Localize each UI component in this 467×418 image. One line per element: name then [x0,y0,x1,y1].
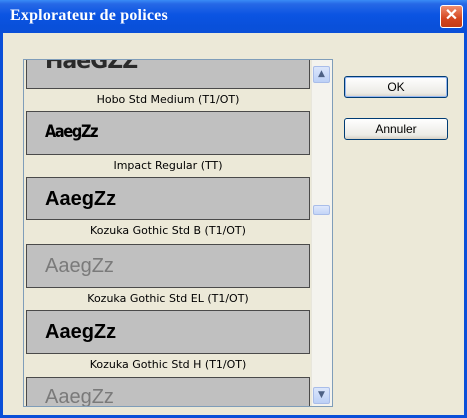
font-caption: Hobo Std Medium (T1/OT) [26,89,310,111]
font-preview-text: AaegZz [45,386,114,406]
font-caption: Kozuka Gothic Std EL (T1/OT) [26,288,310,310]
scroll-thumb[interactable] [313,205,330,215]
scroll-up-button[interactable]: ▲ [313,66,330,83]
font-preview-text: AaegZz [45,321,117,343]
font-preview: AaegZz [26,244,310,288]
close-button[interactable]: ✕ [440,5,463,28]
font-caption: Kozuka Gothic Std B (T1/OT) [26,220,310,242]
font-preview-text: AaegZz [45,122,99,142]
font-list: HaeGZZ Hobo Std Medium (T1/OT) AaegZz Im… [26,60,310,406]
font-preview: HaeGZZ [26,60,310,89]
font-caption: Kozuka Gothic Std H (T1/OT) [26,354,310,376]
arrow-down-icon: ▼ [318,390,325,400]
font-preview: AaegZz [26,377,310,406]
close-icon: ✕ [444,7,459,24]
ok-button-label: OK [387,80,405,94]
font-list-box[interactable]: HaeGZZ Hobo Std Medium (T1/OT) AaegZz Im… [23,59,333,407]
font-preview-text: HaeGZZ [45,60,138,74]
font-preview: AaegZz [26,310,310,354]
arrow-up-icon: ▲ [318,69,325,79]
font-preview-text: AaegZz [45,188,117,210]
font-preview-text: AaegZz [45,255,114,277]
font-preview: AaegZz [26,111,310,155]
font-preview: AaegZz [26,177,310,220]
scroll-down-button[interactable]: ▼ [313,387,330,404]
title-bar[interactable]: Explorateur de polices ✕ [0,0,467,33]
vertical-scrollbar[interactable]: ▲ ▼ [311,60,332,406]
ok-button[interactable]: OK [344,76,448,98]
cancel-button-label: Annuler [375,122,417,136]
cancel-button[interactable]: Annuler [344,118,448,140]
font-caption: Impact Regular (TT) [26,155,310,177]
dialog-title: Explorateur de polices [10,7,168,24]
font-explorer-dialog: Explorateur de polices ✕ HaeGZZ Hobo Std… [0,0,467,418]
